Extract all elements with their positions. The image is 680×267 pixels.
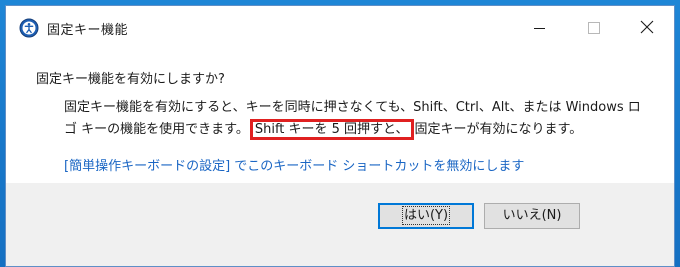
minimize-button[interactable] bbox=[516, 6, 562, 50]
title-bar[interactable]: 固定キー機能 bbox=[6, 6, 674, 50]
maximize-icon bbox=[588, 22, 600, 34]
keyboard-settings-link[interactable]: [簡単操作キーボードの設定] でこのキーボード ショートカットを無効にします bbox=[64, 155, 524, 174]
yes-button[interactable]: はい(Y) bbox=[378, 203, 474, 229]
button-bar: はい(Y) いいえ(N) bbox=[6, 183, 674, 266]
dialog-heading: 固定キー機能を有効にしますか? bbox=[36, 72, 225, 87]
yes-button-label: はい(Y) bbox=[401, 206, 451, 225]
dialog-content: 固定キー機能を有効にしますか? 固定キー機能を有効にすると、キーを同時に押さなく… bbox=[6, 50, 674, 183]
highlighted-shift-instruction: Shift キーを 5 回押すと、 bbox=[249, 119, 414, 140]
message-line-1: 固定キー機能を有効にすると、キーを同時に押さなくても、Shift、Ctrl、Al… bbox=[64, 100, 641, 115]
maximize-button bbox=[570, 6, 616, 50]
minimize-icon bbox=[534, 28, 545, 29]
message-line-2-end: 固定キーが有効になります。 bbox=[414, 122, 583, 137]
window-title: 固定キー機能 bbox=[47, 23, 129, 38]
ease-of-access-icon bbox=[19, 18, 39, 38]
dialog-message: 固定キー機能を有効にすると、キーを同時に押さなくても、Shift、Ctrl、Al… bbox=[64, 97, 664, 141]
close-icon bbox=[640, 20, 654, 34]
sticky-keys-dialog: 固定キー機能 固定キー機能を有効にしますか? 固定キー機能を有効にすると、キーを… bbox=[5, 5, 675, 267]
message-line-2-start: ゴ キーの機能を使用できます。 bbox=[64, 122, 249, 137]
close-button[interactable] bbox=[624, 6, 670, 50]
message-line-2: ゴ キーの機能を使用できます。 Shift キーを 5 回押すと、 固定キーが有効に… bbox=[64, 119, 664, 141]
no-button[interactable]: いいえ(N) bbox=[484, 203, 580, 229]
no-button-label: いいえ(N) bbox=[502, 208, 562, 223]
